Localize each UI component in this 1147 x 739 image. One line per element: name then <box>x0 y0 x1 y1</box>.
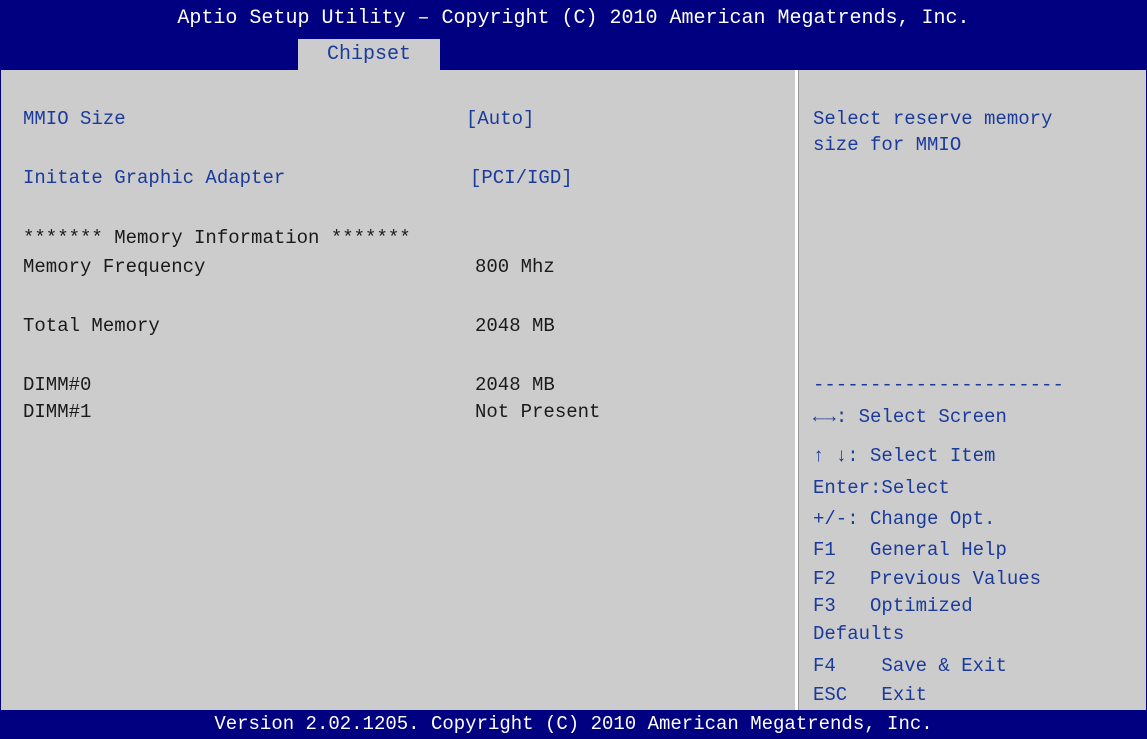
setting-row-initiate-graphic-adapter[interactable]: Initate Graphic Adapter [PCI/IGD] <box>23 165 783 191</box>
help-description-line-2: size for MMIO <box>813 134 962 156</box>
dimm0-label: DIMM#0 <box>23 374 92 396</box>
key-hint-f1: F1 General Help <box>813 539 1007 561</box>
total-memory-value: 2048 MB <box>475 315 555 337</box>
dimm1-label: DIMM#1 <box>23 401 92 423</box>
initiate-graphic-adapter-label: Initate Graphic Adapter <box>23 167 286 189</box>
memory-info-heading: ******* Memory Information ******* <box>23 227 411 249</box>
info-row-memory-frequency: Memory Frequency 800 Mhz <box>23 254 783 280</box>
footer-version-bar: Version 2.02.1205. Copyright (C) 2010 Am… <box>1 710 1146 738</box>
left-right-arrows-icon: ←→ <box>813 406 836 428</box>
info-row-total-memory: Total Memory 2048 MB <box>23 313 783 339</box>
memory-frequency-label: Memory Frequency <box>23 256 206 278</box>
key-hint-f4: F4 Save & Exit <box>813 655 1007 677</box>
info-row-dimm0: DIMM#0 2048 MB <box>23 372 783 398</box>
window-title: Aptio Setup Utility – Copyright (C) 2010… <box>177 7 970 30</box>
setting-row-mmio-size[interactable]: MMIO Size [Auto] <box>23 106 783 132</box>
key-hint-f3: F3 Optimized <box>813 595 973 617</box>
mmio-size-value[interactable]: [Auto] <box>466 106 534 132</box>
panel-divider-shadow <box>798 70 799 710</box>
up-down-arrows-icon: ↑ ↓ <box>813 445 848 467</box>
info-row-dimm1: DIMM#1 Not Present <box>23 399 783 425</box>
header-bar: Aptio Setup Utility – Copyright (C) 2010… <box>1 1 1146 70</box>
dimm1-value: Not Present <box>475 401 601 423</box>
initiate-graphic-adapter-value[interactable]: [PCI/IGD] <box>470 165 573 191</box>
key-hint-esc: ESC Exit <box>813 684 928 706</box>
tab-chipset[interactable]: Chipset <box>298 39 440 70</box>
mmio-size-label: MMIO Size <box>23 108 126 130</box>
key-hint-enter: Enter:Select <box>813 477 950 499</box>
bios-setup-window: Aptio Setup Utility – Copyright (C) 2010… <box>0 0 1147 739</box>
total-memory-label: Total Memory <box>23 315 160 337</box>
key-hint-select-screen: ←→: Select Screen <box>813 406 1007 428</box>
memory-frequency-value: 800 Mhz <box>475 256 555 278</box>
dimm0-value: 2048 MB <box>475 374 555 396</box>
key-hint-select-item: ↑ ↓: Select Item <box>813 445 996 467</box>
help-separator: ---------------------- <box>813 374 1064 396</box>
key-hint-change-opt: +/-: Change Opt. <box>813 508 996 530</box>
key-hint-f3-continued: Defaults <box>813 623 905 645</box>
help-description-line-1: Select reserve memory <box>813 108 1053 130</box>
key-hint-f2: F2 Previous Values <box>813 568 1042 590</box>
